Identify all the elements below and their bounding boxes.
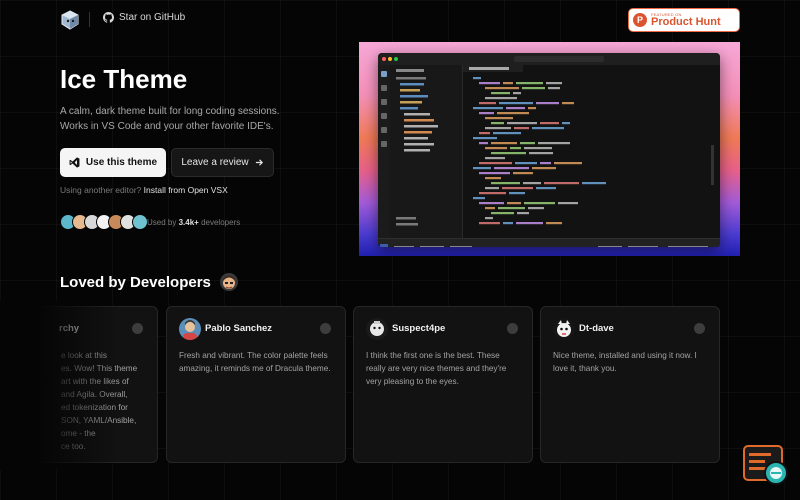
- testimonial-card: Pablo Sanchez Fresh and vibrant. The col…: [166, 306, 346, 463]
- use-theme-button[interactable]: Use this theme: [60, 148, 166, 177]
- user-avatars: [60, 214, 148, 230]
- activity-bar: [378, 65, 390, 238]
- testimonial-author: rchy: [59, 323, 80, 334]
- testimonial-author: Pablo Sanchez: [205, 323, 273, 334]
- avatar: [553, 318, 575, 340]
- top-bar: Star on GitHub P FEATURED ON Product Hun…: [0, 0, 800, 40]
- code-editor: [463, 65, 720, 238]
- window-titlebar: [378, 53, 720, 65]
- github-icon: [103, 12, 114, 23]
- reddit-icon[interactable]: [320, 323, 331, 334]
- developer-emoji-avatar: [220, 273, 238, 291]
- usage-count: 3.4k+: [178, 218, 199, 227]
- vscode-window-screenshot: [378, 53, 720, 247]
- usage-suffix: developers: [201, 218, 241, 227]
- product-hunt-icon: P: [633, 13, 647, 27]
- section-title: Loved by Developers: [60, 274, 211, 291]
- usage-stat: Used by 3.4k+ developers: [147, 218, 240, 227]
- hero-subtitle-line: A calm, dark theme built for long coding…: [60, 106, 280, 117]
- ice-cube-logo-icon[interactable]: [60, 10, 80, 30]
- testimonial-text: Nice theme, installed and using it now. …: [553, 351, 697, 373]
- open-vsx-link[interactable]: Install from Open VSX: [144, 185, 228, 195]
- usage-prefix: Used by: [147, 218, 177, 227]
- header-divider: [89, 12, 90, 27]
- alt-editor-prefix: Using another editor?: [60, 185, 142, 195]
- editor-preview: [359, 42, 740, 256]
- arrow-right-icon: [255, 159, 263, 166]
- chat-bubble-icon: [743, 445, 788, 485]
- testimonial-card: Suspect4pe I think the first one is the …: [353, 306, 533, 463]
- testimonial-text: I think the first one is the best. These…: [366, 351, 507, 386]
- product-hunt-label: Product Hunt: [651, 15, 721, 28]
- avatar: [132, 214, 148, 230]
- avatar: [366, 318, 388, 340]
- github-star-label: Star on GitHub: [119, 12, 186, 23]
- explorer-sidebar: [390, 65, 463, 238]
- leave-review-label: Leave a review: [181, 157, 249, 168]
- reddit-icon[interactable]: [694, 323, 705, 334]
- chat-widget-button[interactable]: [743, 445, 789, 487]
- leave-review-button[interactable]: Leave a review: [171, 148, 274, 177]
- testimonial-text: Fresh and vibrant. The color palette fee…: [179, 351, 331, 373]
- reddit-icon[interactable]: [132, 323, 143, 334]
- testimonial-text: e look at this es. Wow! This theme art w…: [61, 351, 138, 451]
- testimonial-card: rchy e look at this es. Wow! This theme …: [0, 306, 158, 463]
- hero-subtitle-line: Works in VS Code and your other favorite…: [60, 121, 274, 132]
- alt-editor-note: Using another editor? Install from Open …: [60, 185, 228, 195]
- product-hunt-badge[interactable]: P FEATURED ON Product Hunt: [628, 8, 740, 32]
- hero-title: Ice Theme: [60, 64, 188, 94]
- status-bar: [378, 238, 720, 247]
- avatar: [179, 318, 201, 340]
- testimonial-author: Suspect4pe: [392, 323, 446, 334]
- reddit-icon[interactable]: [507, 323, 518, 334]
- use-theme-label: Use this theme: [85, 157, 158, 168]
- github-star-link[interactable]: Star on GitHub: [103, 12, 185, 23]
- vscode-icon: [69, 157, 80, 168]
- testimonial-card: Dt-dave Nice theme, installed and using …: [540, 306, 720, 463]
- hero-subtitle: A calm, dark theme built for long coding…: [60, 104, 300, 134]
- testimonial-author: Dt-dave: [579, 323, 614, 334]
